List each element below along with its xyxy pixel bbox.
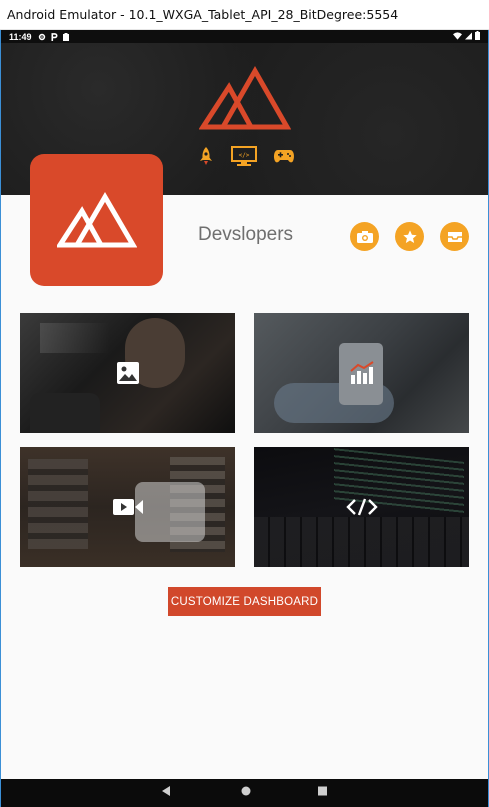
header-icon-row: </>	[197, 146, 295, 166]
profile-name: Devslopers	[198, 224, 294, 245]
tile-photo-bag	[30, 393, 100, 433]
gamepad-icon	[274, 150, 294, 163]
back-icon[interactable]	[161, 785, 171, 797]
window-title-bar: Android Emulator - 10.1_WXGA_Tablet_API_…	[0, 0, 489, 30]
star-icon	[402, 229, 417, 243]
status-bar: 11:49	[1, 30, 488, 43]
image-icon	[116, 362, 139, 384]
tile-code[interactable]	[254, 447, 469, 567]
camera-button[interactable]	[350, 222, 379, 251]
inbox-button[interactable]	[440, 222, 469, 251]
device-screen: 11:49 </> Devslopers CUSTOMIZE DASHBOARD	[1, 30, 488, 807]
video-camera-icon	[112, 499, 143, 515]
chart-icon	[349, 361, 374, 384]
rocket-icon	[200, 147, 212, 165]
tile-video[interactable]	[20, 447, 235, 567]
recents-icon[interactable]	[317, 785, 328, 797]
parking-p-icon	[51, 32, 58, 41]
wifi-icon	[453, 31, 462, 40]
tile-photo[interactable]	[20, 313, 235, 433]
clipboard-icon	[62, 32, 69, 41]
window-title: Android Emulator - 10.1_WXGA_Tablet_API_…	[7, 7, 399, 22]
monitor-code-icon: </>	[231, 146, 257, 166]
code-icon	[345, 498, 378, 516]
battery-icon	[475, 31, 480, 40]
favorite-button[interactable]	[395, 222, 424, 251]
tile-code-keyboard	[254, 517, 469, 567]
tile-photo-highlight	[40, 323, 110, 353]
profile-avatar	[30, 154, 163, 286]
svg-text:</>: </>	[239, 152, 250, 159]
customize-dashboard-button[interactable]: CUSTOMIZE DASHBOARD	[168, 587, 321, 616]
status-notification-icons	[38, 32, 69, 41]
home-icon[interactable]	[240, 785, 252, 797]
status-system-icons	[453, 31, 480, 40]
devslopes-logo-white	[56, 192, 137, 248]
tile-video-gear-left	[28, 459, 88, 549]
inbox-tray-icon	[447, 231, 462, 242]
navigation-bar	[1, 779, 488, 807]
settings-gear-icon	[38, 33, 45, 40]
devslopes-logo	[199, 65, 291, 130]
tile-video-drone	[135, 482, 205, 542]
signal-icon	[465, 32, 472, 39]
tile-analytics[interactable]	[254, 313, 469, 433]
camera-icon	[356, 231, 373, 243]
status-time: 11:49	[9, 31, 32, 42]
